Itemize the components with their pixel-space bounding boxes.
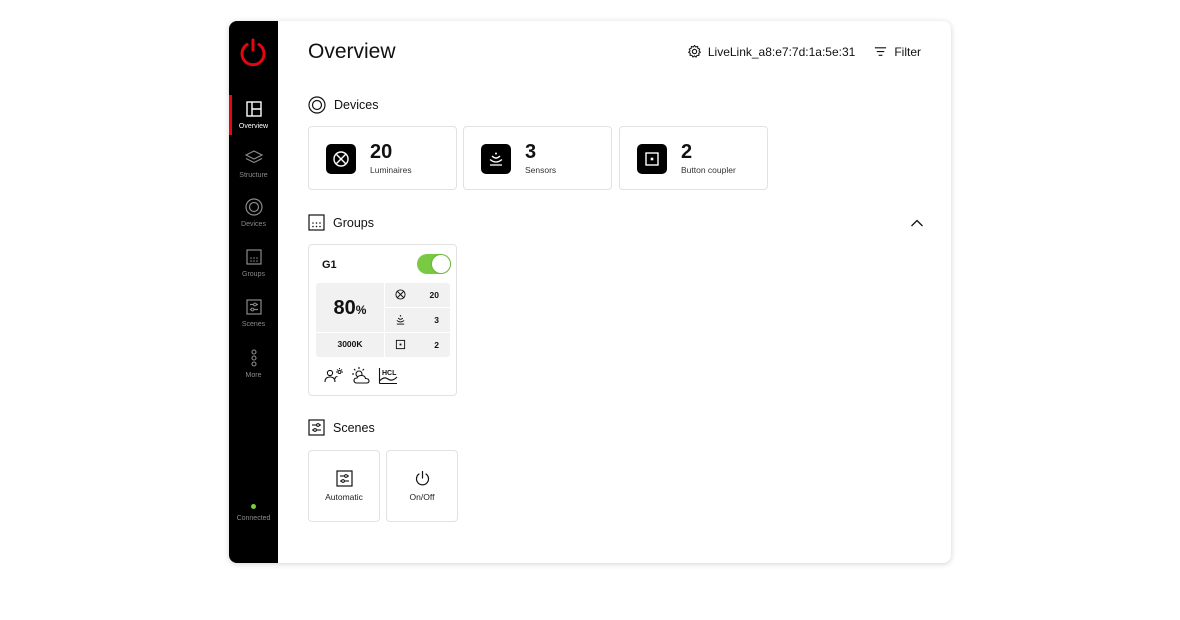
button-coupler-icon xyxy=(637,144,667,174)
sidebar-item-label: Scenes xyxy=(241,321,266,328)
sidebar-item-groups[interactable]: Groups xyxy=(229,243,278,287)
group-color-temperature: 3000K xyxy=(337,339,363,349)
gateway-name: LiveLink_a8:e7:7d:1a:5e:31 xyxy=(707,44,856,59)
grid-dots-icon xyxy=(308,214,325,231)
brightness-value: 80 xyxy=(333,297,356,319)
group-power-toggle[interactable] xyxy=(417,254,451,274)
header-actions: LiveLink_a8:e7:7d:1a:5e:31 Filter xyxy=(687,44,921,59)
devices-heading: Devices xyxy=(334,98,379,112)
sliders-icon xyxy=(336,470,353,487)
gear-icon xyxy=(687,44,701,58)
app-window: Overview Structure Devices Groups Scenes… xyxy=(229,21,951,563)
connection-label: Connected xyxy=(236,515,271,522)
sliders-icon xyxy=(308,419,325,436)
brightness-unit: % xyxy=(355,303,367,317)
main-content: Overview LiveLink_a8:e7:7d:1a:5e:31 Filt… xyxy=(278,21,951,563)
filter-icon xyxy=(875,47,887,56)
sliders-icon xyxy=(245,299,262,315)
scene-label: Automatic xyxy=(325,492,363,502)
sidebar-item-label: Groups xyxy=(242,271,265,278)
presence-daylight-icon xyxy=(324,368,343,383)
sensor-icon xyxy=(481,144,511,174)
connection-status: Connected xyxy=(229,504,278,522)
group-sensors-row: 3 xyxy=(385,308,450,332)
device-count: 2 xyxy=(681,141,693,163)
device-card-sensors[interactable]: 3 Sensors xyxy=(463,126,612,190)
target-icon xyxy=(308,96,326,114)
group-buttons-row: 2 xyxy=(385,333,450,357)
scene-card-automatic[interactable]: Automatic xyxy=(308,450,380,522)
luminaire-icon xyxy=(326,144,356,174)
hcl-text: HCL xyxy=(382,370,397,377)
daylight-icon xyxy=(352,367,370,384)
sidebar-item-structure[interactable]: Structure xyxy=(229,144,278,188)
sidebar-item-label: Devices xyxy=(241,221,266,228)
sidebar: Overview Structure Devices Groups Scenes… xyxy=(229,21,278,563)
device-label: Button coupler xyxy=(681,165,736,175)
device-count: 3 xyxy=(525,141,537,163)
device-label: Sensors xyxy=(525,165,557,175)
sidebar-item-scenes[interactable]: Scenes xyxy=(229,293,278,337)
divider xyxy=(316,332,384,333)
page-title: Overview xyxy=(308,40,396,63)
scene-label: On/Off xyxy=(409,492,435,502)
group-luminaires-row: 20 xyxy=(385,283,450,307)
scenes-heading: Scenes xyxy=(333,420,375,435)
filter-label: Filter xyxy=(894,44,921,59)
device-card-button-coupler[interactable]: 2 Button coupler xyxy=(619,126,768,190)
sensor-icon xyxy=(396,315,405,325)
logo-icon xyxy=(240,38,266,67)
sidebar-item-devices[interactable]: Devices xyxy=(229,193,278,237)
scenes-section-header: Scenes xyxy=(308,419,375,436)
status-dot-icon xyxy=(251,504,256,509)
more-vertical-icon xyxy=(250,349,257,367)
devices-section-header: Devices xyxy=(308,96,378,114)
layers-icon xyxy=(244,150,263,164)
device-card-luminaires[interactable]: 20 Luminaires xyxy=(308,126,457,190)
luminaire-icon xyxy=(395,289,406,300)
button-count: 2 xyxy=(434,340,439,350)
group-stats: 80% 3000K 20 3 2 xyxy=(316,283,450,357)
scene-card-on-off[interactable]: On/Off xyxy=(386,450,458,522)
gateway-settings-button[interactable]: LiveLink_a8:e7:7d:1a:5e:31 xyxy=(687,44,855,59)
filter-button[interactable]: Filter xyxy=(873,44,921,59)
device-count: 20 xyxy=(370,141,393,163)
grid-dots-icon xyxy=(245,249,262,265)
sidebar-item-label: More xyxy=(245,372,262,379)
layout-icon xyxy=(245,101,262,117)
group-card[interactable]: G1 80% 3000K 20 3 2 HCL xyxy=(308,244,457,396)
sidebar-item-label: Overview xyxy=(238,123,269,130)
sidebar-item-overview[interactable]: Overview xyxy=(229,95,278,139)
toggle-knob xyxy=(432,255,450,273)
device-label: Luminaires xyxy=(370,165,412,175)
groups-section-header: Groups xyxy=(308,214,374,231)
power-icon xyxy=(415,470,430,486)
hcl-icon: HCL xyxy=(378,368,398,385)
button-coupler-icon xyxy=(395,339,406,350)
chevron-up-icon[interactable] xyxy=(910,218,924,228)
groups-heading: Groups xyxy=(333,215,374,230)
group-features: HCL xyxy=(324,366,398,386)
group-name: G1 xyxy=(322,259,337,271)
target-icon xyxy=(244,198,263,216)
sensor-count: 3 xyxy=(434,315,439,325)
sidebar-item-more[interactable]: More xyxy=(229,344,278,388)
sidebar-item-label: Structure xyxy=(239,172,268,179)
group-brightness: 80% xyxy=(316,297,384,320)
luminaire-count: 20 xyxy=(429,290,439,300)
